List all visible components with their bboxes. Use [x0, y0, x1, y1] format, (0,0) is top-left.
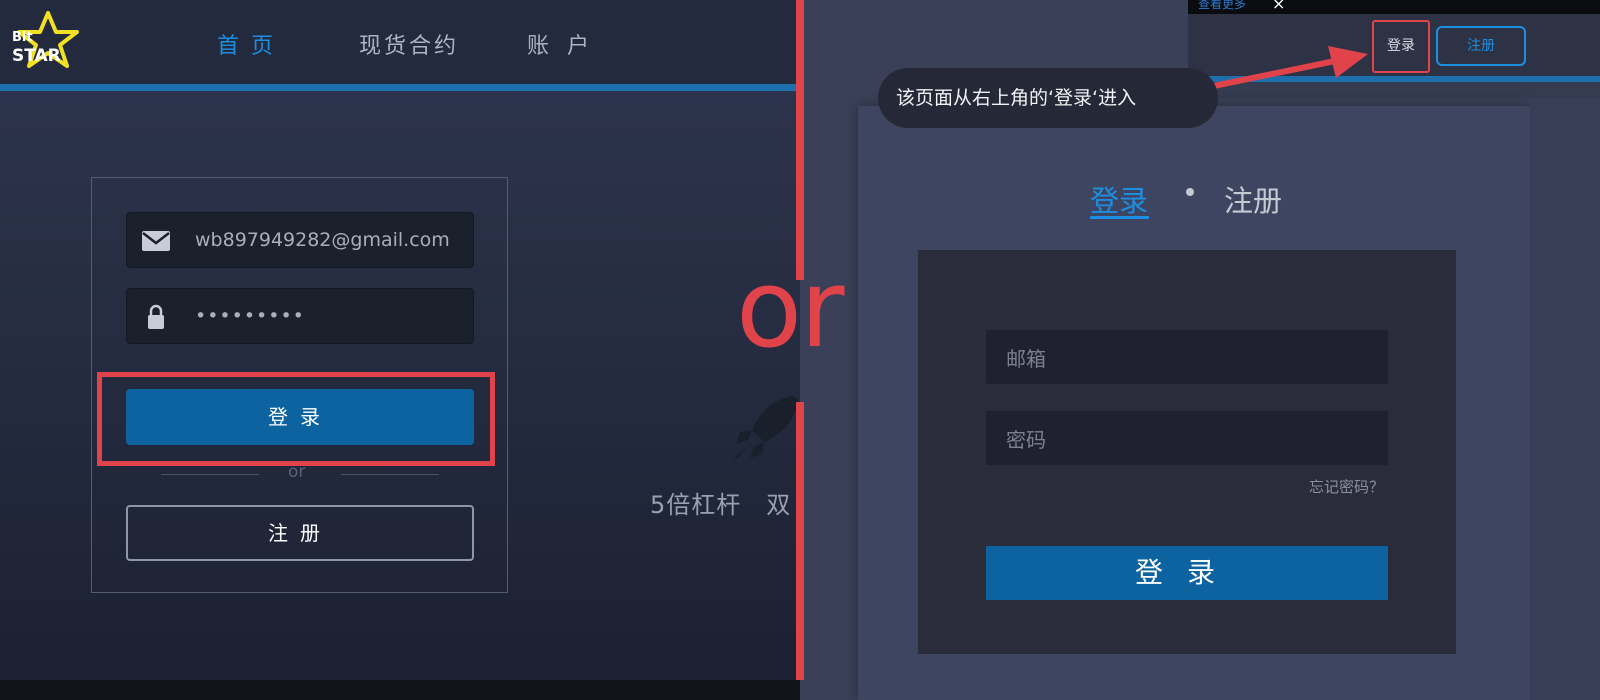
- red-divider-bottom: [796, 402, 804, 680]
- email-value: wb897949282@gmail.com: [195, 229, 450, 251]
- or-divider-right: [341, 474, 439, 475]
- header-accent-line: [0, 84, 800, 91]
- tab-separator-dot: [1186, 188, 1194, 196]
- bitstar-logo[interactable]: Bit STAR: [10, 10, 84, 74]
- page-background-edge: [1530, 98, 1600, 700]
- header-register-button[interactable]: 注册: [1436, 26, 1526, 66]
- site-header: Bit STAR 首页 现货合约 账户: [0, 0, 800, 84]
- nav-home[interactable]: 首页: [217, 28, 285, 60]
- password-value: •••••••••: [195, 305, 305, 327]
- tab-login-underline: [1090, 216, 1149, 219]
- email-input[interactable]: 邮箱: [986, 330, 1388, 384]
- nav-account[interactable]: 账户: [527, 28, 607, 60]
- lock-icon: [148, 304, 164, 329]
- footer-strip: [0, 680, 800, 700]
- envelope-icon: [142, 231, 170, 251]
- login-button[interactable]: 登录: [126, 389, 474, 445]
- right-login-page: 查看更多 × 登录 注册 该页面从右上角的‘登录‘进入 登录 注册 邮箱 密码 …: [800, 0, 1600, 700]
- annotation-arrow-icon: [1191, 46, 1368, 93]
- or-label: or: [288, 462, 306, 482]
- top-notice-strip: [1188, 0, 1600, 14]
- password-placeholder: 密码: [1006, 428, 1046, 452]
- register-button[interactable]: 注册: [126, 505, 474, 561]
- or-divider-left: [161, 474, 259, 475]
- password-field[interactable]: •••••••••: [126, 288, 474, 344]
- logo-text-bit: Bit: [12, 30, 33, 45]
- form-login-button[interactable]: 登录: [986, 546, 1388, 600]
- logo-text-star: STAR: [12, 46, 61, 66]
- screenshot-root: Bit STAR 首页 现货合约 账户 wb897949282@gmail.co…: [0, 0, 1600, 700]
- email-field[interactable]: wb897949282@gmail.com: [126, 212, 474, 268]
- password-input[interactable]: 密码: [986, 411, 1388, 465]
- close-icon[interactable]: ×: [1272, 0, 1285, 13]
- annotation-tooltip: 该页面从右上角的‘登录‘进入: [878, 68, 1218, 128]
- red-divider-top: [796, 0, 804, 280]
- rocket-icon: [734, 396, 798, 460]
- or-separator-text: or: [736, 247, 844, 372]
- see-more-link[interactable]: 查看更多: [1198, 0, 1246, 12]
- left-login-page: Bit STAR 首页 现货合约 账户 wb897949282@gmail.co…: [0, 0, 800, 700]
- promo-text: 5倍杠杆 双: [650, 491, 792, 519]
- email-placeholder: 邮箱: [1006, 347, 1046, 371]
- tab-register[interactable]: 注册: [1224, 178, 1282, 220]
- forgot-password-link[interactable]: 忘记密码？: [1309, 476, 1384, 497]
- tab-login[interactable]: 登录: [1090, 178, 1148, 220]
- nav-spot-contract[interactable]: 现货合约: [359, 28, 459, 60]
